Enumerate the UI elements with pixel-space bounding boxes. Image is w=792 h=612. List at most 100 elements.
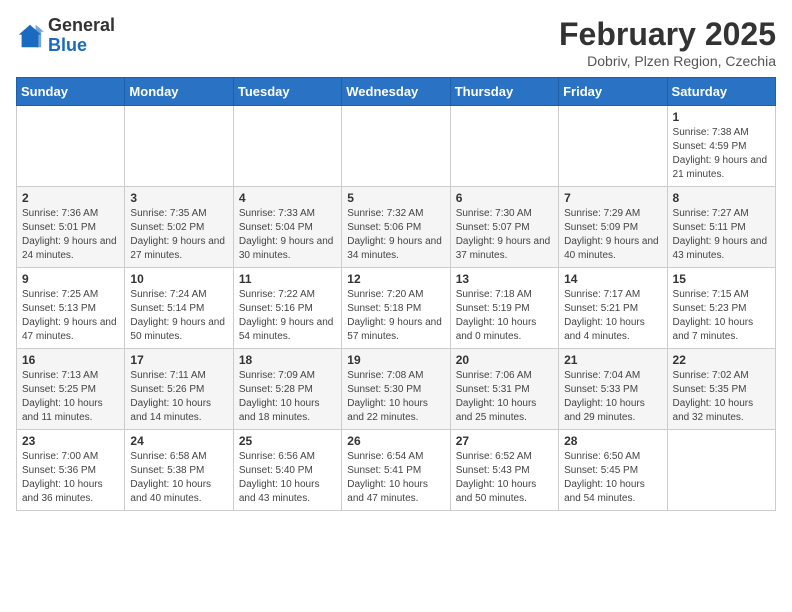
week-row-1: 1 Sunrise: 7:38 AM Sunset: 4:59 PM Daylig… [17, 106, 776, 187]
week-row-4: 16Sunrise: 7:13 AM Sunset: 5:25 PM Dayli… [17, 349, 776, 430]
day-number: 6 [456, 191, 553, 205]
weekday-header-row: SundayMondayTuesdayWednesdayThursdayFrid… [17, 78, 776, 106]
day-number: 12 [347, 272, 444, 286]
day-cell [233, 106, 341, 187]
day-cell: 8 Sunrise: 7:27 AM Sunset: 5:11 PM Daylig… [667, 187, 775, 268]
day-cell: 10 Sunrise: 7:24 AM Sunset: 5:14 PM Dayli… [125, 268, 233, 349]
day-number: 23 [22, 434, 119, 448]
day-cell [125, 106, 233, 187]
day-cell: 12 Sunrise: 7:20 AM Sunset: 5:18 PM Dayli… [342, 268, 450, 349]
day-info: Sunrise: 7:02 AM Sunset: 5:35 PM Dayligh… [673, 369, 770, 425]
day-info: Sunrise: 7:22 AM Sunset: 5:16 PM Dayligh… [239, 288, 336, 344]
day-cell: 6 Sunrise: 7:30 AM Sunset: 5:07 PM Daylig… [450, 187, 558, 268]
day-number: 2 [22, 191, 119, 205]
day-number: 15 [673, 272, 770, 286]
day-cell [559, 106, 667, 187]
day-info: Sunrise: 7:24 AM Sunset: 5:14 PM Dayligh… [130, 288, 227, 344]
weekday-header-sunday: Sunday [17, 78, 125, 106]
day-cell [342, 106, 450, 187]
day-cell: 5 Sunrise: 7:32 AM Sunset: 5:06 PM Daylig… [342, 187, 450, 268]
day-cell: 19 Sunrise: 7:08 AM Sunset: 5:30 PM Dayli… [342, 349, 450, 430]
day-number: 27 [456, 434, 553, 448]
day-number: 4 [239, 191, 336, 205]
calendar: SundayMondayTuesdayWednesdayThursdayFrid… [16, 77, 776, 511]
day-number: 8 [673, 191, 770, 205]
location: Dobriv, Plzen Region, Czechia [559, 53, 776, 69]
day-info: Sunrise: 7:11 AM Sunset: 5:26 PM Dayligh… [130, 369, 227, 425]
day-number: 9 [22, 272, 119, 286]
weekday-header-monday: Monday [125, 78, 233, 106]
title-block: February 2025 Dobriv, Plzen Region, Czec… [559, 16, 776, 69]
day-cell: 13Sunrise: 7:18 AM Sunset: 5:19 PM Dayli… [450, 268, 558, 349]
day-number: 1 [673, 110, 770, 124]
day-cell: 1 Sunrise: 7:38 AM Sunset: 4:59 PM Daylig… [667, 106, 775, 187]
day-number: 22 [673, 353, 770, 367]
day-number: 18 [239, 353, 336, 367]
day-number: 5 [347, 191, 444, 205]
day-number: 24 [130, 434, 227, 448]
day-info: Sunrise: 7:08 AM Sunset: 5:30 PM Dayligh… [347, 369, 444, 425]
day-info: Sunrise: 7:15 AM Sunset: 5:23 PM Dayligh… [673, 288, 770, 344]
weekday-header-saturday: Saturday [667, 78, 775, 106]
day-cell: 27Sunrise: 6:52 AM Sunset: 5:43 PM Dayli… [450, 430, 558, 511]
day-number: 26 [347, 434, 444, 448]
day-info: Sunrise: 7:33 AM Sunset: 5:04 PM Dayligh… [239, 207, 336, 263]
weekday-header-wednesday: Wednesday [342, 78, 450, 106]
day-info: Sunrise: 7:36 AM Sunset: 5:01 PM Dayligh… [22, 207, 119, 263]
day-cell: 18 Sunrise: 7:09 AM Sunset: 5:28 PM Dayli… [233, 349, 341, 430]
logo-blue: Blue [48, 35, 87, 55]
day-cell: 9 Sunrise: 7:25 AM Sunset: 5:13 PM Daylig… [17, 268, 125, 349]
day-info: Sunrise: 7:35 AM Sunset: 5:02 PM Dayligh… [130, 207, 227, 263]
day-info: Sunrise: 6:54 AM Sunset: 5:41 PM Dayligh… [347, 450, 444, 506]
day-cell: 15 Sunrise: 7:15 AM Sunset: 5:23 PM Dayli… [667, 268, 775, 349]
page-header: General Blue February 2025 Dobriv, Plzen… [16, 16, 776, 69]
day-number: 25 [239, 434, 336, 448]
day-cell: 11Sunrise: 7:22 AM Sunset: 5:16 PM Dayli… [233, 268, 341, 349]
weekday-header-thursday: Thursday [450, 78, 558, 106]
weekday-header-friday: Friday [559, 78, 667, 106]
day-number: 21 [564, 353, 661, 367]
day-cell: 16Sunrise: 7:13 AM Sunset: 5:25 PM Dayli… [17, 349, 125, 430]
day-info: Sunrise: 7:00 AM Sunset: 5:36 PM Dayligh… [22, 450, 119, 506]
day-info: Sunrise: 7:38 AM Sunset: 4:59 PM Dayligh… [673, 126, 770, 182]
logo-general: General [48, 15, 115, 35]
day-info: Sunrise: 7:06 AM Sunset: 5:31 PM Dayligh… [456, 369, 553, 425]
week-row-3: 9 Sunrise: 7:25 AM Sunset: 5:13 PM Daylig… [17, 268, 776, 349]
day-cell: 3 Sunrise: 7:35 AM Sunset: 5:02 PM Daylig… [125, 187, 233, 268]
day-info: Sunrise: 7:30 AM Sunset: 5:07 PM Dayligh… [456, 207, 553, 263]
day-number: 14 [564, 272, 661, 286]
day-number: 28 [564, 434, 661, 448]
weekday-header-tuesday: Tuesday [233, 78, 341, 106]
week-row-2: 2 Sunrise: 7:36 AM Sunset: 5:01 PM Daylig… [17, 187, 776, 268]
day-info: Sunrise: 7:27 AM Sunset: 5:11 PM Dayligh… [673, 207, 770, 263]
day-info: Sunrise: 7:20 AM Sunset: 5:18 PM Dayligh… [347, 288, 444, 344]
day-number: 17 [130, 353, 227, 367]
day-info: Sunrise: 7:32 AM Sunset: 5:06 PM Dayligh… [347, 207, 444, 263]
day-cell: 23 Sunrise: 7:00 AM Sunset: 5:36 PM Dayli… [17, 430, 125, 511]
day-cell: 22 Sunrise: 7:02 AM Sunset: 5:35 PM Dayli… [667, 349, 775, 430]
day-cell: 17 Sunrise: 7:11 AM Sunset: 5:26 PM Dayli… [125, 349, 233, 430]
day-number: 3 [130, 191, 227, 205]
day-info: Sunrise: 7:29 AM Sunset: 5:09 PM Dayligh… [564, 207, 661, 263]
day-info: Sunrise: 6:58 AM Sunset: 5:38 PM Dayligh… [130, 450, 227, 506]
day-number: 13 [456, 272, 553, 286]
week-row-5: 23 Sunrise: 7:00 AM Sunset: 5:36 PM Dayli… [17, 430, 776, 511]
day-number: 20 [456, 353, 553, 367]
day-number: 19 [347, 353, 444, 367]
day-cell [667, 430, 775, 511]
day-cell: 14 Sunrise: 7:17 AM Sunset: 5:21 PM Dayli… [559, 268, 667, 349]
day-info: Sunrise: 6:56 AM Sunset: 5:40 PM Dayligh… [239, 450, 336, 506]
day-cell: 2 Sunrise: 7:36 AM Sunset: 5:01 PM Daylig… [17, 187, 125, 268]
day-info: Sunrise: 7:17 AM Sunset: 5:21 PM Dayligh… [564, 288, 661, 344]
day-info: Sunrise: 7:25 AM Sunset: 5:13 PM Dayligh… [22, 288, 119, 344]
day-info: Sunrise: 7:09 AM Sunset: 5:28 PM Dayligh… [239, 369, 336, 425]
day-info: Sunrise: 7:04 AM Sunset: 5:33 PM Dayligh… [564, 369, 661, 425]
day-cell: 28 Sunrise: 6:50 AM Sunset: 5:45 PM Dayli… [559, 430, 667, 511]
day-number: 10 [130, 272, 227, 286]
month-title: February 2025 [559, 16, 776, 53]
logo-icon [16, 22, 44, 50]
day-cell [450, 106, 558, 187]
day-cell: 25 Sunrise: 6:56 AM Sunset: 5:40 PM Dayli… [233, 430, 341, 511]
day-cell: 20 Sunrise: 7:06 AM Sunset: 5:31 PM Dayli… [450, 349, 558, 430]
day-info: Sunrise: 6:50 AM Sunset: 5:45 PM Dayligh… [564, 450, 661, 506]
